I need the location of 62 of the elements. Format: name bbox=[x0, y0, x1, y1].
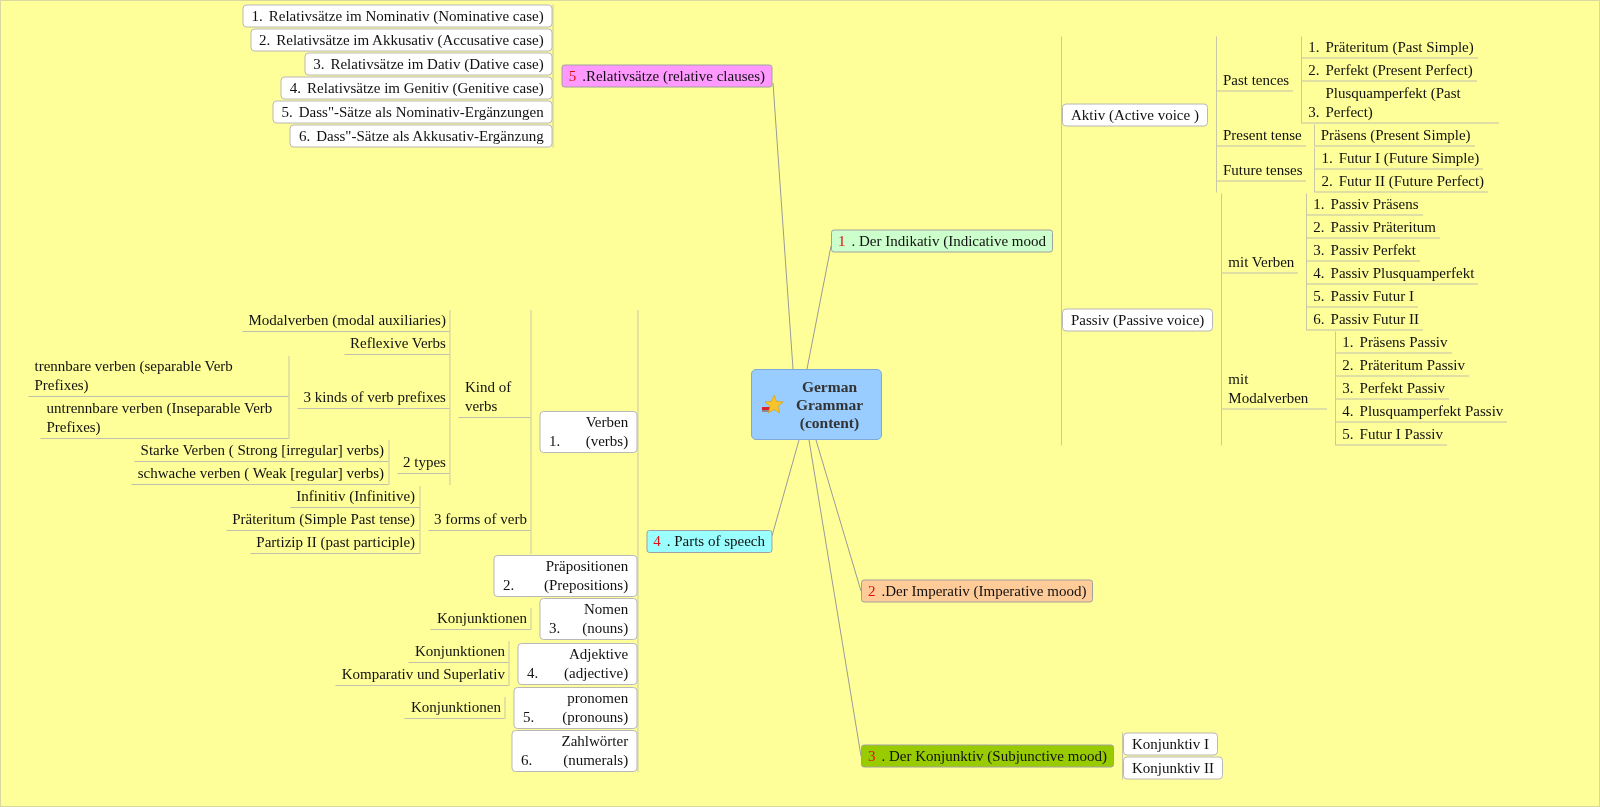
subtopic: 2. Präpositionen (Prepositions) bbox=[493, 555, 638, 597]
subtopic: Passiv (Passive voice) bbox=[1062, 308, 1214, 331]
topic-label: 2. Perfekt (Present Perfect) bbox=[1302, 59, 1477, 82]
topic-label: mit Modalverben bbox=[1222, 368, 1328, 409]
subtopic: 1. Relativsätze im Nominativ (Nominative case) bbox=[242, 4, 553, 28]
topic-label: Komparativ und Superlativ bbox=[335, 664, 509, 686]
topic-label: 4. Plusquamperfekt Passiv bbox=[1336, 400, 1508, 423]
subtopic: Konjunktiv I bbox=[1122, 732, 1218, 756]
subtopic: 6. Zahlwörter (numerals) bbox=[511, 730, 638, 772]
branch-topic: 2 .Der Imperativ (Imperative mood) bbox=[861, 579, 1094, 603]
subtopic: 3. Nomen (nouns) bbox=[539, 598, 638, 640]
topic-label: 2 types bbox=[397, 451, 450, 474]
topic-label: 1. Präsens Passiv bbox=[1336, 331, 1452, 354]
topic-label: 6. Passiv Futur II bbox=[1307, 308, 1423, 331]
subtopic: 2. Relativsätze im Akkusativ (Accusative case) bbox=[250, 28, 553, 52]
topic-label: 3. Passiv Perfekt bbox=[1307, 239, 1420, 262]
topic-label: 2. Passiv Präteritum bbox=[1307, 216, 1440, 239]
topic-label: 3. Perfekt Passiv bbox=[1336, 377, 1450, 400]
topic-label: Starke Verben ( Strong [irregular] verbs) bbox=[134, 440, 388, 462]
topic-label: 3 forms of verb bbox=[428, 509, 531, 531]
topic-label: Präteritum (Simple Past tense) bbox=[226, 509, 420, 531]
subtopic: 5. pronomen (pronouns) bbox=[513, 687, 638, 729]
subtopic: 6. Dass"-Sätze als Akkusativ-Ergänzung bbox=[289, 124, 553, 148]
branch-topic: 3 . Der Konjunktiv (Subjunctive mood) bbox=[861, 744, 1114, 768]
topic-label: 2. Präteritum Passiv bbox=[1336, 354, 1470, 377]
topic-label: 4. Passiv Plusquamperfekt bbox=[1307, 262, 1479, 285]
topic-label: Konjunktionen bbox=[404, 697, 505, 719]
topic-label: Future tenses bbox=[1216, 159, 1307, 181]
star-icon bbox=[760, 393, 783, 416]
topic-label: Präsens (Present Simple) bbox=[1314, 124, 1475, 147]
topic-label: mit Verben bbox=[1222, 251, 1299, 273]
topic-label: Partizip II (past participle) bbox=[250, 532, 420, 554]
topic-label: 5. Futur I Passiv bbox=[1336, 423, 1447, 446]
topic-label: 3 kinds of verb prefixes bbox=[297, 386, 450, 409]
subtopic: 4. Relativsätze im Genitiv (Genitive case) bbox=[280, 76, 553, 100]
topic-label: 1. Futur I (Future Simple) bbox=[1315, 147, 1484, 170]
subtopic: Aktiv (Active voice ) bbox=[1062, 103, 1208, 126]
topic-label: trennbare verben (separable Verb Prefixes) bbox=[28, 356, 289, 397]
topic-label: 1. Passiv Präsens bbox=[1307, 193, 1423, 216]
branch-topic: 1 . Der Indikativ (Indicative mood bbox=[831, 229, 1054, 253]
subtopic: 4. Adjektive (adjective) bbox=[517, 642, 638, 685]
topic-label: schwache verben ( Weak [regular] verbs) bbox=[131, 463, 388, 485]
topic-label: Reflexive Verbs bbox=[344, 333, 450, 355]
topic-label: Present tense bbox=[1216, 124, 1306, 147]
topic-label: 2. Futur II (Future Perfect) bbox=[1315, 170, 1489, 193]
topic-label: Kind of verbs bbox=[458, 377, 531, 418]
topic-label: 3. Plusquamperfekt (Past Perfect) bbox=[1302, 82, 1500, 124]
topic-label: Past tences bbox=[1216, 69, 1294, 91]
branch-topic: 5 .Relativsätze (relative clauses) bbox=[561, 64, 772, 88]
central-topic: German Grammar (content) bbox=[751, 369, 882, 440]
topic-label: untrennbare verben (Inseparable Verb Prefixes) bbox=[40, 398, 289, 439]
topic-label: Konjunktionen bbox=[430, 608, 531, 630]
subtopic: 1. Verben (verbs) bbox=[539, 411, 638, 453]
branch-topic: 4 . Parts of speech bbox=[646, 529, 772, 553]
topic-label: 1. Präteritum (Past Simple) bbox=[1302, 36, 1478, 59]
topic-label: Infinitiv (Infinitive) bbox=[290, 486, 420, 508]
topic-label: Modalverben (modal auxiliaries) bbox=[242, 310, 450, 332]
subtopic: Konjunktiv II bbox=[1122, 756, 1223, 780]
subtopic: 3. Relativsätze im Dativ (Dative case) bbox=[304, 52, 553, 76]
subtopic: 5. Dass"-Sätze als Nominativ-Ergänzungen bbox=[272, 100, 553, 124]
topic-label: 5. Passiv Futur I bbox=[1307, 285, 1418, 308]
topic-label: Konjunktionen bbox=[408, 641, 509, 663]
